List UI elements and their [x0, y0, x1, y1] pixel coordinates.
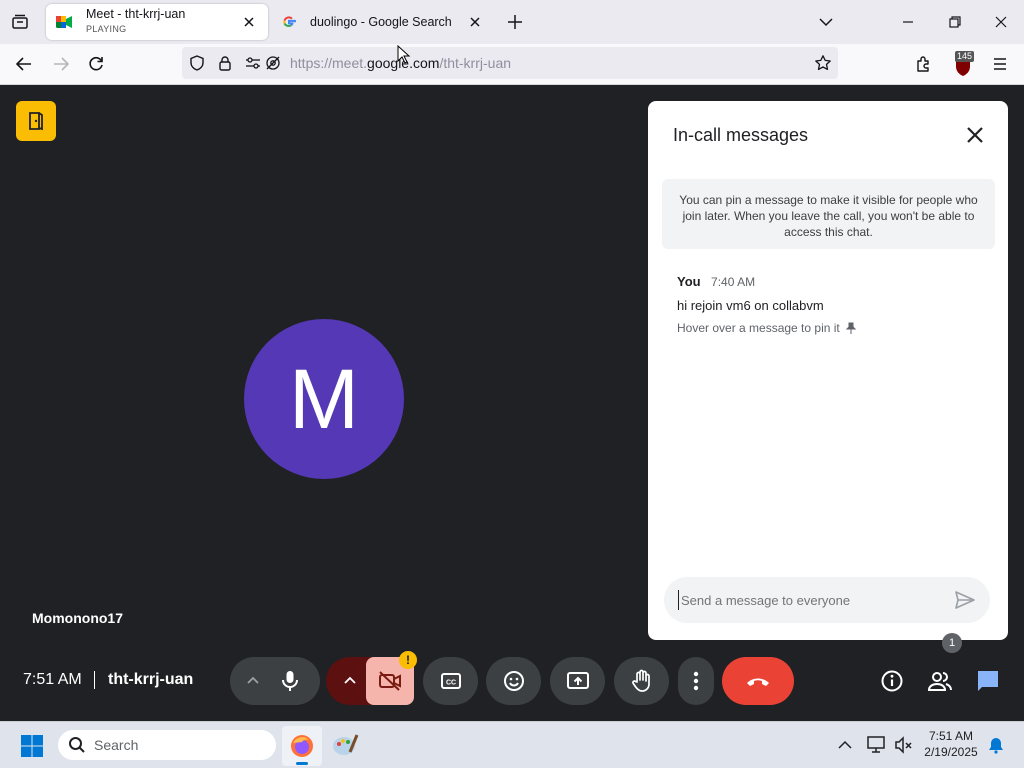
- meet-call-area: M Momonono17 In-call messages You can pi…: [0, 85, 1024, 721]
- navigation-toolbar: https://meet.google.com/tht-krrj-uan 145: [0, 44, 1024, 85]
- meeting-code: tht-krrj-uan: [108, 671, 194, 688]
- people-icon[interactable]: [927, 669, 953, 693]
- paint-app-icon[interactable]: [330, 730, 360, 760]
- url-bar[interactable]: https://meet.google.com/tht-krrj-uan: [182, 47, 838, 79]
- close-tab-icon[interactable]: [466, 13, 484, 31]
- send-message-input[interactable]: [678, 590, 938, 610]
- raise-hand-button[interactable]: [614, 657, 669, 705]
- restore-window-icon[interactable]: [945, 12, 965, 32]
- lock-icon[interactable]: [216, 54, 234, 72]
- google-meet-icon: [56, 15, 72, 29]
- more-vertical-icon: [693, 670, 699, 692]
- chevron-up-icon: [245, 673, 261, 689]
- leave-call-button[interactable]: [722, 657, 794, 705]
- audio-options-button[interactable]: [230, 657, 320, 705]
- clock-time: 7:51 AM: [928, 729, 974, 743]
- close-panel-icon[interactable]: [963, 123, 987, 147]
- windows-start-icon[interactable]: [20, 734, 44, 758]
- more-options-button[interactable]: [678, 657, 714, 705]
- windows-taskbar: Search 7:51 AM 2/19/2025: [0, 721, 1024, 768]
- close-window-icon[interactable]: [991, 12, 1011, 32]
- volume-muted-icon[interactable]: [893, 735, 913, 755]
- network-icon[interactable]: [866, 735, 888, 755]
- leave-door-icon[interactable]: [16, 101, 56, 141]
- captions-button[interactable]: CC: [423, 657, 478, 705]
- pin-notice: You can pin a message to make it visible…: [662, 179, 995, 249]
- camera-blocked-icon[interactable]: [264, 54, 282, 72]
- permissions-icon[interactable]: [244, 54, 262, 72]
- system-clock[interactable]: 7:51 AM 2/19/2025: [918, 728, 984, 760]
- pin-hint: Hover over a message to pin it: [677, 321, 840, 335]
- ublock-extension-icon[interactable]: 145: [952, 51, 976, 78]
- camera-off-icon: [378, 670, 402, 692]
- closed-captions-icon: CC: [440, 672, 462, 690]
- reload-icon[interactable]: [86, 54, 106, 74]
- tab-title: duolingo - Google Search: [310, 15, 452, 29]
- end-call-icon: [745, 674, 771, 688]
- chat-icon[interactable]: [976, 669, 1000, 693]
- tracking-protection-shield-icon[interactable]: [188, 54, 206, 72]
- url-scheme: https://meet.: [290, 55, 368, 71]
- google-g-icon: [282, 15, 296, 29]
- extensions-puzzle-icon[interactable]: [914, 54, 934, 74]
- tab-title: Meet - tht-krrj-uan: [86, 7, 186, 21]
- tab-list-icon[interactable]: [10, 12, 30, 32]
- warning-badge: !: [399, 651, 417, 669]
- raise-hand-icon: [631, 669, 653, 693]
- emoji-smile-icon: [503, 670, 525, 692]
- message-text: hi rejoin vm6 on collabvm: [677, 298, 824, 313]
- panel-title: In-call messages: [673, 125, 809, 145]
- clock-date: 2/19/2025: [924, 745, 978, 759]
- chevron-up-icon: [342, 673, 358, 689]
- meeting-info-icon[interactable]: [880, 669, 904, 693]
- message-time: 7:40 AM: [711, 275, 756, 289]
- separator: [94, 671, 95, 689]
- tab-meet[interactable]: Meet - tht-krrj-uan PLAYING: [46, 4, 268, 40]
- new-tab-plus-icon[interactable]: [505, 12, 525, 32]
- message-composer: [664, 577, 990, 623]
- browser-tab-strip: Meet - tht-krrj-uan PLAYING duolingo - G…: [0, 0, 1024, 44]
- close-tab-icon[interactable]: [240, 13, 258, 31]
- present-screen-icon: [566, 671, 590, 691]
- reactions-button[interactable]: [486, 657, 541, 705]
- taskbar-search-box[interactable]: Search: [58, 730, 276, 760]
- call-controls-bar: 7:51 AM tht-krrj-uan ! CC 1: [0, 633, 1024, 721]
- search-placeholder: Search: [94, 737, 139, 753]
- bookmark-star-icon[interactable]: [814, 54, 832, 72]
- svg-text:CC: CC: [445, 680, 455, 687]
- message-item[interactable]: You 7:40 AM hi rejoin vm6 on collabvm Ho…: [677, 273, 977, 335]
- tab-playing-label: PLAYING: [86, 24, 127, 34]
- active-app-indicator: [296, 762, 308, 765]
- pin-icon: [845, 322, 856, 334]
- hamburger-menu-icon[interactable]: [990, 54, 1010, 74]
- back-arrow-icon[interactable]: [14, 54, 34, 74]
- microphone-icon[interactable]: [281, 670, 299, 692]
- list-all-tabs-chevron-icon[interactable]: [816, 12, 836, 32]
- show-hidden-icons-chevron-icon[interactable]: [836, 736, 854, 754]
- participant-name-label: Momonono17: [32, 610, 123, 626]
- message-sender: You: [677, 274, 701, 289]
- participant-avatar: M: [244, 319, 404, 479]
- notification-bell-icon[interactable]: [987, 736, 1005, 754]
- minimize-icon[interactable]: [898, 12, 918, 32]
- mouse-cursor-icon: [397, 45, 411, 65]
- search-icon: [68, 736, 86, 754]
- extension-badge: 145: [955, 51, 975, 62]
- forward-arrow-icon[interactable]: [51, 54, 71, 74]
- people-count-badge: 1: [942, 633, 962, 653]
- in-call-messages-panel: In-call messages You can pin a message t…: [648, 101, 1008, 640]
- firefox-taskbar-icon[interactable]: [282, 726, 322, 766]
- send-icon[interactable]: [954, 590, 976, 610]
- clock-time: 7:51 AM: [23, 671, 82, 688]
- present-screen-button[interactable]: [550, 657, 605, 705]
- tab-duolingo-search[interactable]: duolingo - Google Search: [272, 4, 494, 40]
- url-path: /tht-krrj-uan: [439, 55, 512, 71]
